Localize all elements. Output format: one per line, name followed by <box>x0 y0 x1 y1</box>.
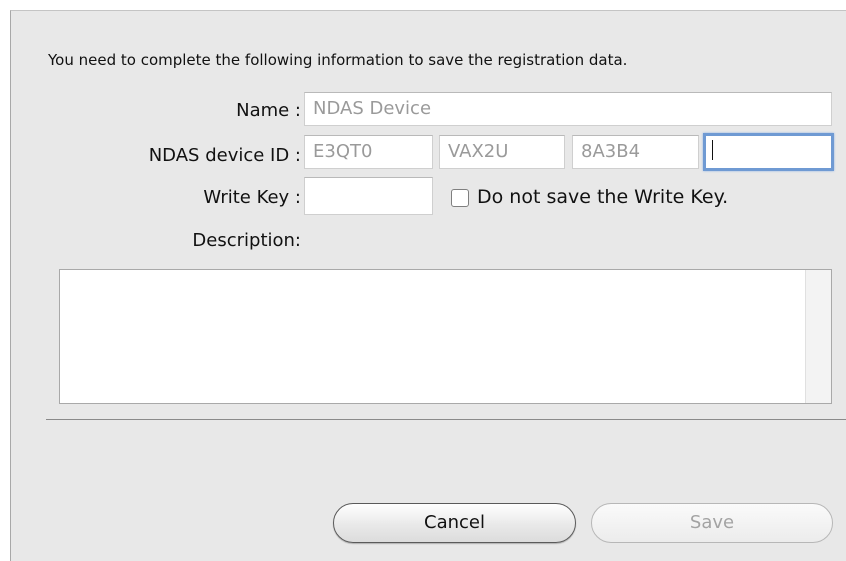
intro-text: You need to complete the following infor… <box>48 51 628 69</box>
write-key-label: Write Key : <box>203 187 301 208</box>
description-label: Description: <box>192 230 301 251</box>
divider <box>46 419 846 420</box>
name-label: Name : <box>236 100 301 121</box>
description-textarea[interactable] <box>59 269 832 404</box>
description-scrollbar[interactable] <box>805 270 831 403</box>
name-input[interactable]: NDAS Device <box>304 92 832 126</box>
do-not-save-write-key-label[interactable]: Do not save the Write Key. <box>477 186 728 208</box>
device-id-segment-4[interactable] <box>703 133 834 171</box>
registration-dialog: You need to complete the following infor… <box>10 10 846 561</box>
device-id-label: NDAS device ID : <box>148 145 301 166</box>
device-id-segment-2[interactable]: VAX2U <box>439 135 565 169</box>
do-not-save-write-key-checkbox[interactable] <box>451 189 469 207</box>
name-placeholder: NDAS Device <box>313 98 432 119</box>
device-id-segment-1-placeholder: E3QT0 <box>313 141 373 162</box>
text-cursor <box>712 140 713 160</box>
cancel-button[interactable]: Cancel <box>333 503 576 543</box>
save-button[interactable]: Save <box>591 503 833 543</box>
device-id-segment-3-placeholder: 8A3B4 <box>581 141 641 162</box>
write-key-input[interactable] <box>304 177 433 215</box>
device-id-segment-1[interactable]: E3QT0 <box>304 135 433 169</box>
device-id-segment-3[interactable]: 8A3B4 <box>572 135 699 169</box>
device-id-segment-2-placeholder: VAX2U <box>448 141 509 162</box>
